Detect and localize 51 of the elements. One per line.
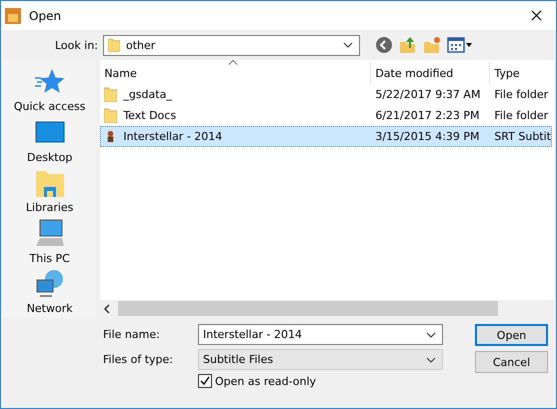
close-icon[interactable] [531,10,542,21]
date-cell-text: 6/21/2017 2:23 PM [374,109,481,122]
read-only-label: Open as read-only [215,374,316,388]
app-icon [5,8,21,24]
look-in-dropdown[interactable]: other [103,34,360,56]
places-label: Libraries [26,201,74,214]
caret-icon [426,332,436,338]
dialog-button[interactable]: Cancel [475,351,548,373]
places-item[interactable]: Quick access [3,66,96,115]
file-name: _gsdata_ [123,88,172,101]
horizontal-scrollbar[interactable] [100,300,554,317]
file-name-field[interactable]: Interstellar - 2014 [198,324,443,345]
file-row[interactable]: Interstellar - 2014 3/15/2015 4:39 PM SRT Subtit [100,126,552,147]
places-label: Desktop [26,150,72,164]
scrollbar-thumb[interactable] [118,301,498,316]
file-name: Interstellar - 2014 [123,130,222,143]
look-in-label: Look in: [55,38,99,52]
places-label: Quick access [14,100,86,113]
file-row[interactable]: _gsdata_ 5/22/2017 9:37 AM File folder [100,84,552,105]
window-title: Open [29,8,62,22]
scroll-left-icon[interactable] [104,304,110,314]
file-name-label: File name: [103,328,161,341]
folder-icon [104,87,118,102]
file-type-dropdown[interactable]: Subtitle Files [198,349,443,370]
type-cell-text: File folder [493,88,550,101]
folder-icon [108,38,120,52]
places-item[interactable]: This PC [3,218,96,266]
file-row[interactable]: Text Docs 6/21/2017 2:23 PM File folder [100,105,552,126]
view-menu-icon[interactable] [447,36,473,54]
caret-icon [343,42,353,48]
date-cell-text: 3/15/2015 4:39 PM [374,130,481,143]
places-label: Network [26,302,73,316]
caret-icon [426,356,436,362]
folder-icon [104,108,118,123]
file-name: Text Docs [123,109,176,122]
type-cell-text: File folder [493,109,550,122]
column-header[interactable]: Name [100,62,372,84]
places-item[interactable]: Network [3,268,96,317]
column-header[interactable]: Type [490,62,554,84]
type-cell-text: SRT Subtit [493,130,551,143]
places-item[interactable]: Desktop [3,116,96,166]
places-label: This PC [30,252,70,265]
read-only-checkbox[interactable] [198,374,212,388]
places-item[interactable]: Libraries [3,167,96,216]
new-folder-icon[interactable] [423,36,441,54]
up-folder-icon[interactable] [399,36,417,54]
column-header[interactable]: Date modified [371,62,490,84]
date-cell-text: 5/22/2017 9:37 AM [374,88,482,101]
dialog-button[interactable]: Open [475,324,548,346]
file-type-label: Files of type: [103,353,174,366]
back-icon[interactable] [375,36,393,54]
